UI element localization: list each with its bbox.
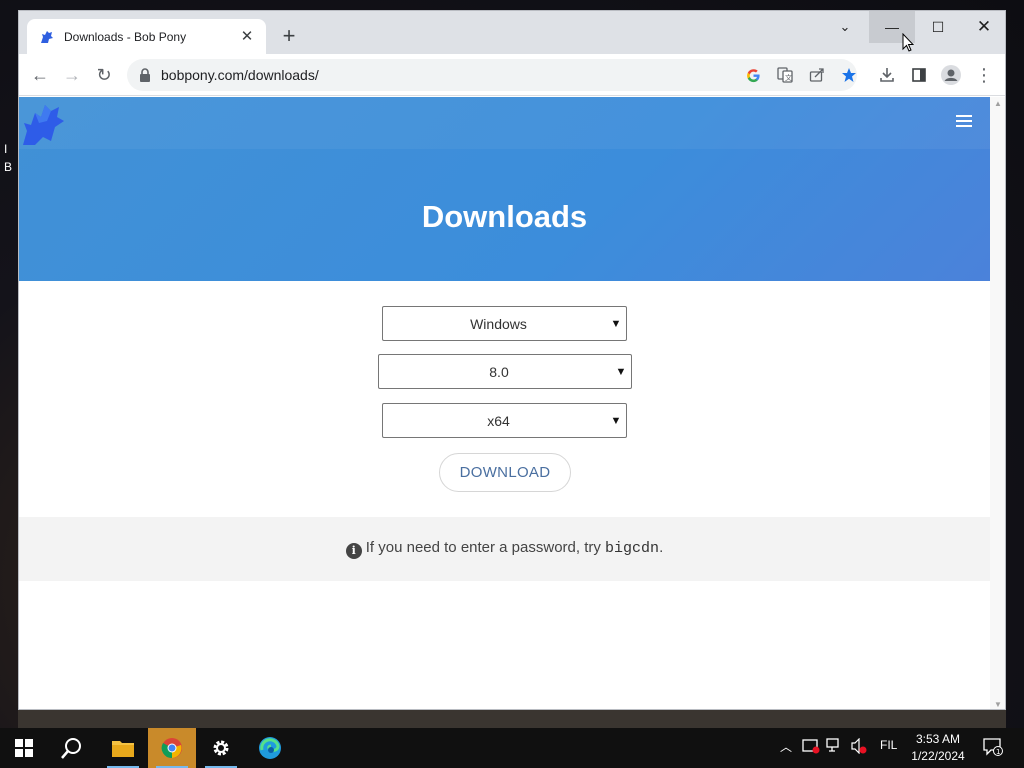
os-select-value: Windows <box>470 315 527 332</box>
tab-strip: Downloads - Bob Pony ✕ + ⌄ — ☐ ✕ <box>19 11 1005 54</box>
vertical-scrollbar[interactable]: ▲ ▼ <box>990 97 1005 709</box>
folder-icon <box>112 741 134 757</box>
reload-button[interactable]: ↻ <box>89 60 119 90</box>
taskbar-file-explorer[interactable] <box>99 728 147 768</box>
desktop-icon-text: B <box>4 160 13 174</box>
browser-window: Downloads - Bob Pony ✕ + ⌄ — ☐ ✕ ← → ↻ b… <box>18 10 1006 710</box>
search-button[interactable] <box>48 728 96 768</box>
page-title: Downloads <box>421 199 588 234</box>
architecture-select[interactable]: x64 ▼ <box>382 403 627 438</box>
bobpony-favicon-icon <box>39 29 55 45</box>
notice-period: . <box>659 539 664 556</box>
lock-icon[interactable] <box>139 68 151 82</box>
password-code: bigcdn <box>605 540 660 557</box>
windows-logo-icon <box>15 739 33 757</box>
hamburger-menu-icon[interactable] <box>956 115 972 129</box>
bobpony-logo-icon[interactable] <box>21 101 65 147</box>
address-bar[interactable]: bobpony.com/downloads/ 文 <box>127 59 857 91</box>
share-icon[interactable] <box>807 65 827 85</box>
desktop-icon-initial: I <box>4 142 8 156</box>
scroll-down-arrow-icon[interactable]: ▼ <box>994 700 1002 709</box>
scroll-up-arrow-icon[interactable]: ▲ <box>994 99 1002 108</box>
tray-security-icon[interactable] <box>802 738 820 757</box>
clock-time[interactable]: 3:53 AM <box>908 732 968 746</box>
forward-button[interactable]: → <box>57 60 87 90</box>
taskbar: ︿ FIL 3:53 AM 1/22/2024 1 <box>0 728 1024 768</box>
notice-text-row: i If you need to enter a password, try bi… <box>19 539 990 559</box>
chrome-icon <box>161 738 182 759</box>
google-lens-icon[interactable] <box>743 65 763 85</box>
bookmark-star-icon[interactable] <box>839 65 859 85</box>
architecture-select-value: x64 <box>487 412 510 429</box>
tab-downloads[interactable]: Downloads - Bob Pony ✕ <box>27 19 266 54</box>
tab-close-icon[interactable]: ✕ <box>238 28 256 46</box>
window-preview-strip <box>18 710 1006 728</box>
maximize-button[interactable]: ☐ <box>915 11 961 43</box>
svg-text:文: 文 <box>785 73 792 82</box>
desktop-icon-label[interactable]: I B <box>4 140 12 176</box>
close-window-button[interactable]: ✕ <box>961 11 1005 43</box>
site-header: Downloads <box>19 97 990 281</box>
chevron-down-icon: ▼ <box>610 414 622 427</box>
mouse-cursor-icon <box>902 33 914 52</box>
tab-title: Downloads - Bob Pony <box>64 29 187 44</box>
taskbar-edge[interactable] <box>246 728 294 768</box>
language-indicator[interactable]: FIL <box>880 738 897 752</box>
volume-muted-icon[interactable] <box>850 737 868 757</box>
back-button[interactable]: ← <box>25 60 55 90</box>
site-navbar <box>19 97 990 149</box>
page-viewport: Downloads Windows ▼ 8.0 ▼ x64 ▼ DOWNLOAD… <box>19 97 990 709</box>
side-panel-icon[interactable] <box>904 60 934 90</box>
notice-text: If you need to enter a password, try <box>365 539 606 556</box>
chevron-down-icon: ▼ <box>610 317 622 330</box>
info-icon: i <box>345 543 362 559</box>
notification-count: 1 <box>996 748 1000 756</box>
clock-date[interactable]: 1/22/2024 <box>908 749 968 763</box>
start-button[interactable] <box>0 728 48 768</box>
network-icon[interactable] <box>826 738 844 757</box>
tray-overflow-chevron-icon[interactable]: ︿ <box>780 738 792 755</box>
tab-search-button[interactable]: ⌄ <box>822 11 868 43</box>
chrome-menu-icon[interactable]: ⋮ <box>969 60 999 90</box>
edge-icon <box>259 737 281 759</box>
download-button[interactable]: DOWNLOAD <box>439 453 571 492</box>
new-tab-button[interactable]: + <box>277 25 301 49</box>
downloads-icon[interactable] <box>872 60 902 90</box>
translate-icon[interactable]: 文 <box>775 65 795 85</box>
profile-avatar-icon[interactable] <box>936 60 966 90</box>
taskbar-settings[interactable] <box>197 728 245 768</box>
search-icon <box>61 738 81 759</box>
chevron-down-icon: ▼ <box>615 365 627 378</box>
version-select[interactable]: 8.0 ▼ <box>378 354 632 389</box>
os-select[interactable]: Windows ▼ <box>382 306 627 341</box>
browser-toolbar: ← → ↻ bobpony.com/downloads/ 文 ⋮ <box>19 54 1005 96</box>
notification-center-icon[interactable]: 1 <box>983 738 1003 759</box>
gear-icon <box>213 740 229 756</box>
password-notice: i If you need to enter a password, try bi… <box>19 517 990 581</box>
url-text[interactable]: bobpony.com/downloads/ <box>161 67 319 83</box>
taskbar-chrome[interactable] <box>148 728 196 768</box>
version-select-value: 8.0 <box>489 363 509 380</box>
